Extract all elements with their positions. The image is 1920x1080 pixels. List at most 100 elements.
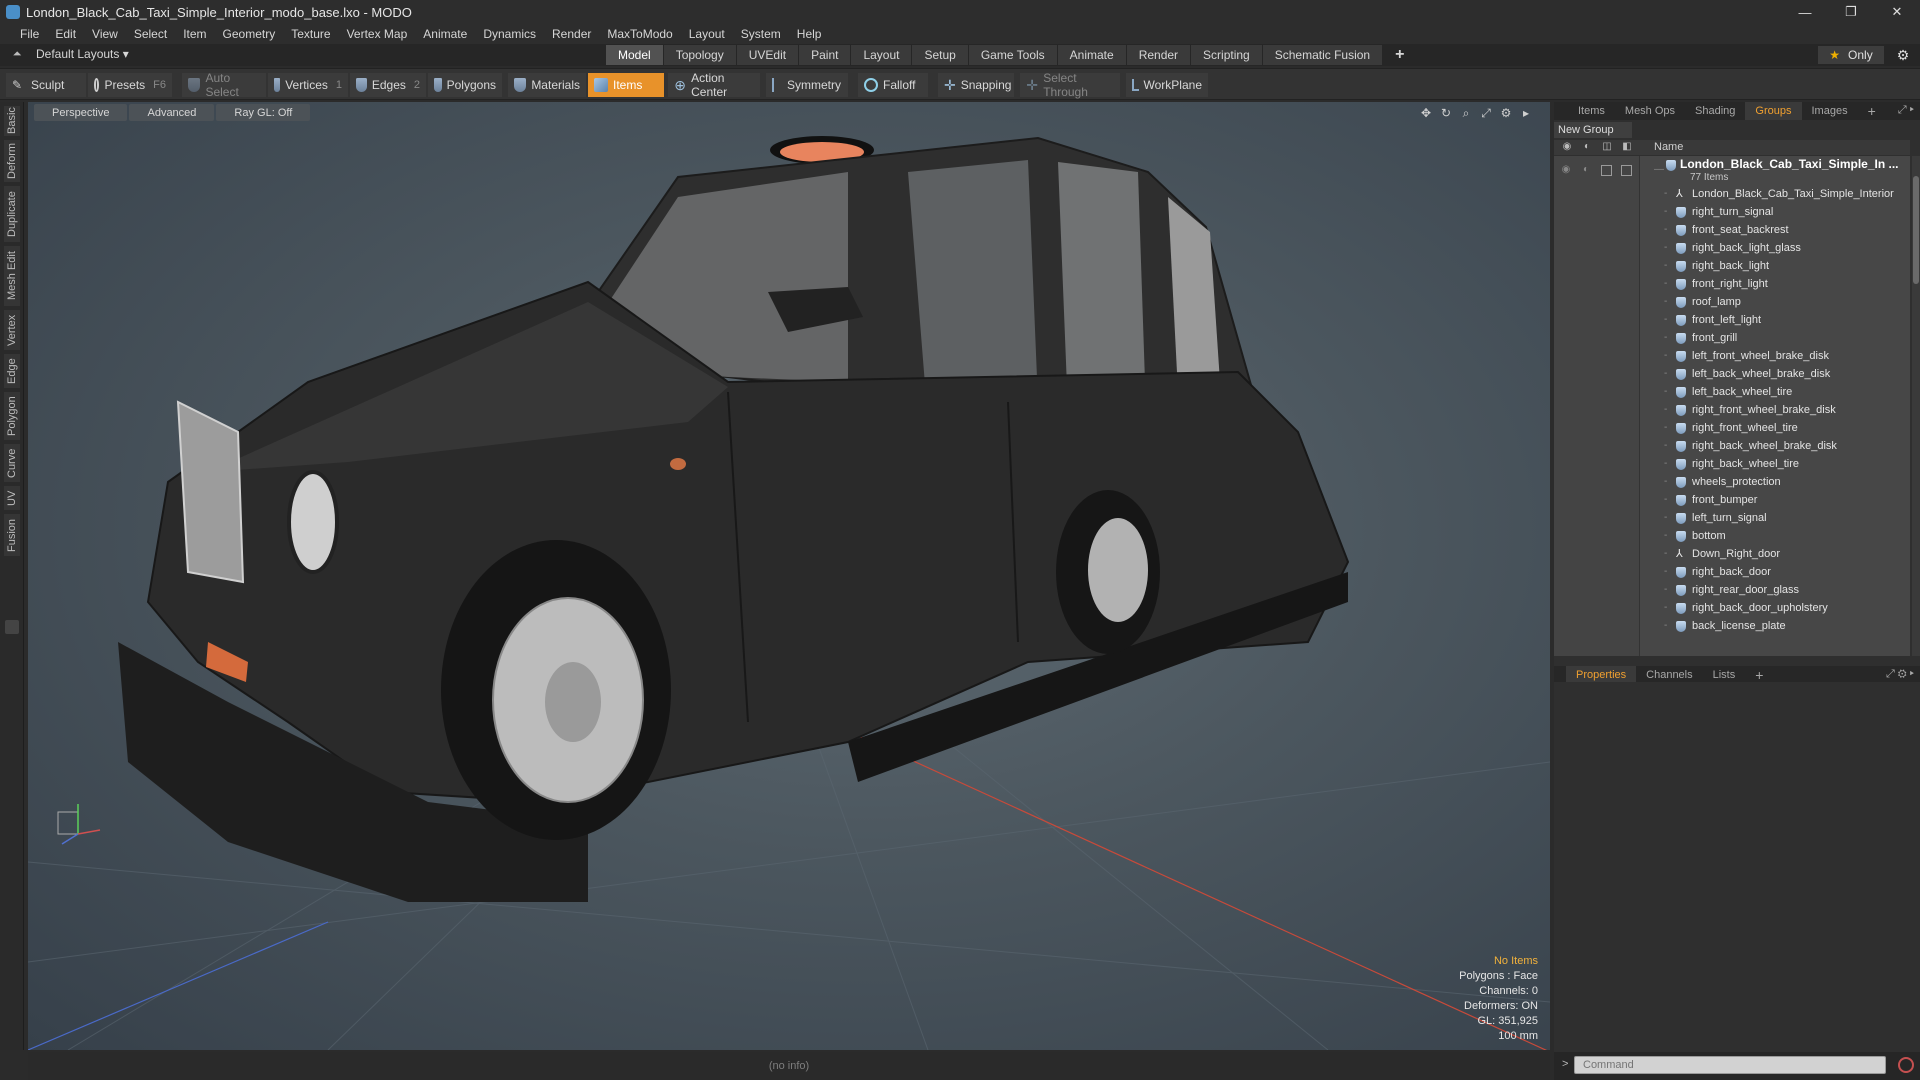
zoom-icon[interactable]: ⌕ [1456, 106, 1476, 121]
group-item-row[interactable]: - right_back_light_glass [1554, 240, 1910, 258]
group-item-row[interactable]: - roof_lamp [1554, 294, 1910, 312]
panel-expand-icon[interactable]: ⤢ ▸ [1898, 104, 1914, 117]
tab-items[interactable]: Items [1554, 102, 1615, 120]
raygl-button[interactable]: Ray GL: Off [216, 104, 311, 121]
menu-dynamics[interactable]: Dynamics [475, 27, 544, 41]
menu-view[interactable]: View [84, 27, 126, 41]
vtab-deform[interactable]: Deform [4, 140, 20, 182]
tab-paint[interactable]: Paint [799, 45, 852, 65]
tab-game-tools[interactable]: Game Tools [968, 45, 1058, 65]
tab-schematic-fusion[interactable]: Schematic Fusion [1262, 45, 1384, 65]
group-item-row[interactable]: - ⅄ London_Black_Cab_Taxi_Simple_Interior [1554, 186, 1910, 204]
tab-animate[interactable]: Animate [1057, 45, 1127, 65]
restore-button[interactable]: ❐ [1828, 0, 1874, 24]
menu-texture[interactable]: Texture [283, 27, 338, 41]
action-center-button[interactable]: ⊕ Action Center [668, 71, 760, 99]
perspective-view-button[interactable]: Perspective [34, 104, 128, 121]
minimize-button[interactable]: — [1782, 0, 1828, 24]
vertices-button[interactable]: Vertices 1 [268, 73, 348, 97]
group-item-row[interactable]: - ⅄ Down_Right_door [1554, 546, 1910, 564]
group-item-row[interactable]: - right_back_door_upholstery [1554, 600, 1910, 618]
menu-render[interactable]: Render [544, 27, 599, 41]
group-item-row[interactable]: - right_front_wheel_brake_disk [1554, 402, 1910, 420]
tab-shading[interactable]: Shading [1685, 102, 1745, 120]
group-item-row[interactable]: - left_back_wheel_brake_disk [1554, 366, 1910, 384]
tab-groups[interactable]: Groups [1745, 102, 1802, 120]
polygons-button[interactable]: Polygons [428, 73, 502, 97]
tab-topology[interactable]: Topology [663, 45, 737, 65]
vtab-edge[interactable]: Edge [4, 354, 20, 388]
tab-mesh-ops[interactable]: Mesh Ops [1615, 102, 1685, 120]
pan-icon[interactable]: ✥ [1416, 106, 1436, 121]
tab-setup[interactable]: Setup [912, 45, 969, 65]
group-item-row[interactable]: - front_grill [1554, 330, 1910, 348]
menu-select[interactable]: Select [126, 27, 175, 41]
advanced-shading-button[interactable]: Advanced [129, 104, 215, 121]
menu-vertex-map[interactable]: Vertex Map [339, 27, 416, 41]
group-item-row[interactable]: - bottom [1554, 528, 1910, 546]
tree-expand-icon[interactable]: — [1654, 164, 1664, 175]
presets-button[interactable]: Presets F6 [88, 73, 172, 97]
vtab-basic[interactable]: Basic [4, 106, 20, 136]
3d-viewport[interactable]: Perspective Advanced Ray GL: Off ✥ ↻ ⌕ ⤢… [28, 102, 1550, 1050]
gear-icon[interactable]: ⚙ [1894, 46, 1912, 64]
vtab-fusion[interactable]: Fusion [4, 514, 20, 556]
items-button[interactable]: Items [588, 73, 664, 97]
vtab-polygon[interactable]: Polygon [4, 392, 20, 440]
vtab-vertex[interactable]: Vertex [4, 310, 20, 350]
add-layout-tab-button[interactable]: + [1383, 45, 1418, 65]
group-item-row[interactable]: - front_bumper [1554, 492, 1910, 510]
group-item-row[interactable]: - right_rear_door_glass [1554, 582, 1910, 600]
close-button[interactable]: ✕ [1874, 0, 1920, 24]
group-item-row[interactable]: - right_back_wheel_brake_disk [1554, 438, 1910, 456]
name-column-header[interactable]: Name [1654, 141, 1683, 153]
viewport-menu-arrow-icon[interactable]: ▸ [1516, 106, 1536, 121]
menu-animate[interactable]: Animate [415, 27, 475, 41]
menu-item[interactable]: Item [175, 27, 214, 41]
falloff-button[interactable]: Falloff [858, 73, 928, 97]
menu-edit[interactable]: Edit [47, 27, 84, 41]
menu-geometry[interactable]: Geometry [215, 27, 284, 41]
edges-button[interactable]: Edges 2 [350, 73, 426, 97]
group-item-row[interactable]: - right_back_wheel_tire [1554, 456, 1910, 474]
group-root-row[interactable]: ◉ ◐ — London_Black_Cab_Taxi_Simple_In ... 77… [1554, 156, 1910, 186]
tab-images[interactable]: Images [1802, 102, 1858, 120]
vtab-mesh-edit[interactable]: Mesh Edit [4, 246, 20, 306]
properties-expand-icon[interactable]: ⤢ ⚙ ▸ [1886, 668, 1914, 681]
group-item-row[interactable]: - right_turn_signal [1554, 204, 1910, 222]
menu-system[interactable]: System [733, 27, 789, 41]
tab-model[interactable]: Model [606, 45, 664, 65]
menu-layout[interactable]: Layout [681, 27, 733, 41]
render-toggle[interactable]: ◐ [1580, 164, 1592, 176]
auto-select-button[interactable]: Auto Select [182, 71, 266, 99]
visibility-toggle[interactable]: ◉ [1560, 164, 1572, 176]
menu-maxtomodo[interactable]: MaxToModo [599, 27, 680, 41]
only-button[interactable]: ★ Only [1818, 46, 1884, 64]
new-group-button[interactable]: New Group [1554, 122, 1632, 138]
workplane-button[interactable]: WorkPlane [1126, 73, 1208, 97]
tab-uvedit[interactable]: UVEdit [736, 45, 800, 65]
group-item-row[interactable]: - wheels_protection [1554, 474, 1910, 492]
command-input[interactable] [1574, 1056, 1886, 1074]
sculpt-button[interactable]: ✎ Sculpt [6, 73, 86, 97]
select-toggle[interactable] [1621, 165, 1632, 176]
group-item-row[interactable]: - front_right_light [1554, 276, 1910, 294]
materials-button[interactable]: Materials [508, 73, 586, 97]
strip-toggle-button[interactable] [5, 620, 19, 634]
group-item-row[interactable]: - left_back_wheel_tire [1554, 384, 1910, 402]
group-list-scrollbar[interactable] [1912, 156, 1920, 656]
add-panel-tab-button[interactable]: + [1858, 102, 1886, 120]
group-item-row[interactable]: - right_back_door [1554, 564, 1910, 582]
vtab-uv[interactable]: UV [4, 486, 20, 510]
group-item-row[interactable]: - back_license_plate [1554, 618, 1910, 636]
select-through-button[interactable]: ✛ Select Through [1020, 71, 1120, 99]
symmetry-button[interactable]: Symmetry [766, 73, 848, 97]
group-item-row[interactable]: - front_seat_backrest [1554, 222, 1910, 240]
layout-selector[interactable]: ⏶ Default Layouts ▾ [10, 47, 129, 61]
group-item-row[interactable]: - left_front_wheel_brake_disk [1554, 348, 1910, 366]
menu-help[interactable]: Help [789, 27, 830, 41]
group-item-row[interactable]: - left_turn_signal [1554, 510, 1910, 528]
scrollbar-thumb[interactable] [1913, 176, 1919, 284]
tab-render[interactable]: Render [1126, 45, 1192, 65]
snapping-button[interactable]: ✛ Snapping [938, 73, 1014, 97]
